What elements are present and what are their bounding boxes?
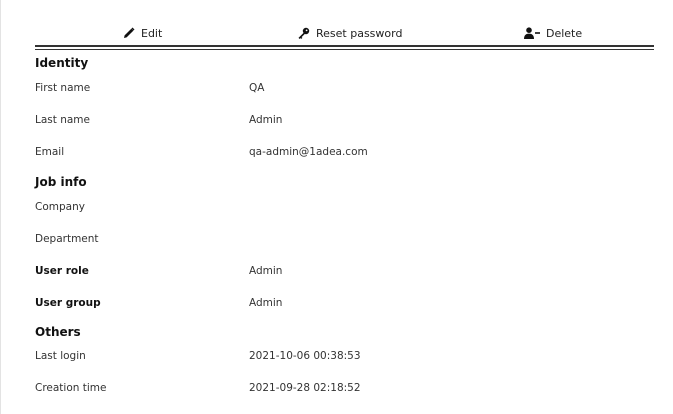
user-minus-icon <box>524 27 540 39</box>
user-role-label: User role <box>35 265 89 277</box>
last-login-value: 2021-10-06 00:38:53 <box>249 350 361 362</box>
user-group-value: Admin <box>249 297 283 309</box>
creation-time-label: Creation time <box>35 382 107 394</box>
email-value: qa-admin@1adea.com <box>249 146 368 158</box>
action-toolbar: Edit Reset password Delete <box>35 22 654 44</box>
department-label: Department <box>35 233 99 245</box>
edit-button[interactable]: Edit <box>123 22 162 44</box>
last-login-label: Last login <box>35 350 86 362</box>
section-job-info-heading: Job info <box>35 175 87 189</box>
last-name-label: Last name <box>35 114 90 126</box>
toolbar-divider-top <box>35 45 654 47</box>
user-details-page: Edit Reset password Delete Identity Firs… <box>0 0 673 414</box>
creation-time-value: 2021-09-28 02:18:52 <box>249 382 361 394</box>
delete-button[interactable]: Delete <box>524 22 582 44</box>
toolbar-divider-bottom <box>35 49 654 50</box>
company-label: Company <box>35 201 85 213</box>
last-name-value: Admin <box>249 114 283 126</box>
reset-password-label: Reset password <box>316 26 403 40</box>
user-details-card: Edit Reset password Delete Identity Firs… <box>0 0 673 414</box>
key-icon <box>297 27 310 39</box>
section-identity-heading: Identity <box>35 56 89 70</box>
user-group-label: User group <box>35 297 101 309</box>
edit-label: Edit <box>141 26 163 40</box>
pencil-icon <box>123 27 135 39</box>
first-name-label: First name <box>35 82 91 94</box>
delete-label: Delete <box>546 26 583 40</box>
section-others-heading: Others <box>35 325 81 339</box>
email-label: Email <box>35 146 65 158</box>
reset-password-button[interactable]: Reset password <box>297 22 402 44</box>
first-name-value: QA <box>249 82 265 94</box>
user-role-value: Admin <box>249 265 283 277</box>
